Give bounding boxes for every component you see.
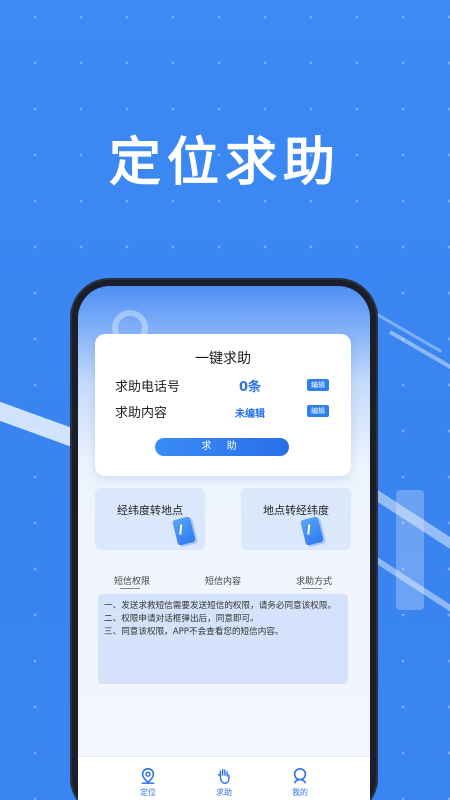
phone-label: 求助电话号 xyxy=(115,380,181,395)
notice-line: 二、权限申请对话框弹出后，同意即可。 xyxy=(104,614,259,624)
user-icon xyxy=(293,767,307,784)
tab-indicator xyxy=(302,588,322,589)
active-tab-indicator xyxy=(120,588,140,589)
nav-help-label: 求助 xyxy=(216,788,232,797)
card-title: 一键求助 xyxy=(195,351,251,367)
nav-location-label: 定位 xyxy=(140,788,156,797)
phone-screen: 一键求助 求助电话号 0条 编辑 求助内容 未编辑 编辑 求 助 经纬度转地点 … xyxy=(78,286,370,800)
nav-location[interactable]: 定位 xyxy=(128,767,168,798)
location-pin-icon xyxy=(141,767,155,784)
notice-line: 三、同意该权限，APP不会查看您的短信内容。 xyxy=(104,627,284,637)
latlng-to-place-button[interactable]: 经纬度转地点 xyxy=(95,488,205,550)
phone-mockup: 一键求助 求助电话号 0条 编辑 求助内容 未编辑 编辑 求 助 经纬度转地点 … xyxy=(70,278,378,800)
convert-card-icon xyxy=(300,516,324,546)
hand-icon xyxy=(217,768,230,784)
latlng-to-place-label: 经纬度转地点 xyxy=(117,504,183,517)
permission-notice: 一、发送求救短信需要发送短信的权限，请务必同意该权限。 二、权限申请对话框弹出后… xyxy=(98,594,348,684)
notice-line: 一、发送求救短信需要发送短信的权限，请务必同意该权限。 xyxy=(104,601,337,611)
tab-help-method[interactable]: 求助方式 xyxy=(296,574,332,587)
phone-count: 0条 xyxy=(238,380,262,395)
sos-button[interactable]: 求 助 xyxy=(155,438,289,456)
content-value: 未编辑 xyxy=(235,409,265,420)
place-to-latlng-label: 地点转经纬度 xyxy=(263,504,329,517)
bottom-nav: 定位 求助 我的 xyxy=(78,756,370,800)
tab-sms-permission[interactable]: 短信权限 xyxy=(114,574,150,587)
place-to-latlng-button[interactable]: 地点转经纬度 xyxy=(241,488,351,550)
tab-sms-content[interactable]: 短信内容 xyxy=(205,574,241,587)
convert-card-icon xyxy=(172,516,196,546)
edit-phone-button[interactable]: 编辑 xyxy=(307,379,329,391)
nav-help[interactable]: 求助 xyxy=(204,767,244,798)
nav-profile[interactable]: 我的 xyxy=(280,767,320,798)
content-label: 求助内容 xyxy=(115,406,168,421)
sos-card: 一键求助 求助电话号 0条 编辑 求助内容 未编辑 编辑 求 助 xyxy=(95,334,351,476)
tab-bar: 短信权限 短信内容 求助方式 xyxy=(78,574,370,594)
edit-content-button[interactable]: 编辑 xyxy=(307,405,329,417)
decorative-shape xyxy=(396,490,424,610)
nav-profile-label: 我的 xyxy=(292,788,308,797)
hero-title: 定位求助 xyxy=(108,133,341,193)
